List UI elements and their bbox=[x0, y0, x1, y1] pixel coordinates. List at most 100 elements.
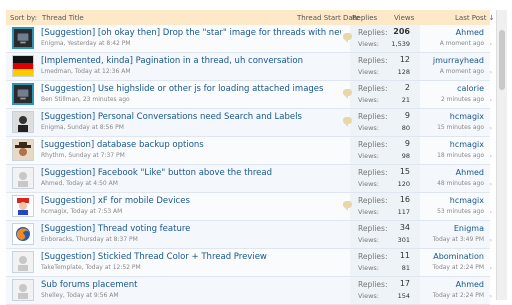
replies-count: 206 bbox=[393, 27, 410, 36]
views-count: 1,539 bbox=[391, 40, 410, 48]
replies-count: 34 bbox=[399, 223, 410, 232]
go-to-last-post-icon[interactable]: › bbox=[490, 293, 492, 300]
thread-row[interactable]: [Suggestion] Thread voting feature Enbora… bbox=[6, 221, 492, 249]
go-to-last-post-icon[interactable]: › bbox=[490, 209, 492, 216]
views-label: Views: bbox=[358, 96, 380, 104]
go-to-last-post-icon[interactable]: › bbox=[490, 125, 492, 132]
views-label: Views: bbox=[358, 208, 380, 216]
thread-starter-meta: Ben Stillman, 23 minutes ago bbox=[41, 96, 130, 103]
last-post-user-link[interactable]: Ahmed bbox=[456, 280, 484, 289]
avatar[interactable] bbox=[12, 83, 34, 105]
views-label: Views: bbox=[358, 152, 380, 160]
avatar[interactable] bbox=[12, 195, 34, 217]
last-post-time: Today at 2:24 PM bbox=[432, 292, 484, 299]
avatar[interactable] bbox=[12, 139, 34, 161]
scrollbar-thumb[interactable] bbox=[499, 30, 505, 90]
replies-label: Replies: bbox=[358, 196, 388, 205]
views-label: Views: bbox=[358, 40, 380, 48]
last-post-time: A moment ago bbox=[439, 68, 484, 75]
thread-row[interactable]: [Suggestion] Facebook "Like" button abov… bbox=[6, 165, 492, 193]
last-post-user-link[interactable]: hcmagix bbox=[450, 112, 484, 121]
go-to-last-post-icon[interactable]: › bbox=[490, 265, 492, 272]
last-post-user-link[interactable]: Ahmed bbox=[456, 168, 484, 177]
thread-row[interactable]: [Suggestion] [oh okay then] Drop the "st… bbox=[6, 25, 492, 53]
thread-starter-meta: Lmedman, Today at 12:36 AM bbox=[41, 68, 131, 75]
sort-thread-title-link[interactable]: Thread Title bbox=[42, 14, 84, 22]
replies-count: 15 bbox=[399, 167, 410, 176]
sort-replies-link[interactable]: Replies bbox=[352, 14, 377, 22]
thread-row[interactable]: [Implemented, kinda] Pagination in a thr… bbox=[6, 53, 492, 81]
thread-title-link[interactable]: Sub forums placement bbox=[41, 280, 341, 290]
last-post-user-link[interactable]: Ahmed bbox=[456, 28, 484, 37]
last-post-time: 53 minutes ago bbox=[437, 208, 484, 215]
go-to-last-post-icon[interactable]: › bbox=[490, 237, 492, 244]
avatar[interactable] bbox=[12, 167, 34, 189]
replies-count: 9 bbox=[404, 139, 410, 148]
thread-row[interactable]: [Suggestion] Personal Conversations need… bbox=[6, 109, 492, 137]
replies-label: Replies: bbox=[358, 84, 388, 93]
views-count: 301 bbox=[397, 236, 410, 244]
thread-row[interactable]: [Suggestion] Stickied Thread Color + Thr… bbox=[6, 249, 492, 277]
last-post-user-link[interactable]: calorie bbox=[457, 84, 484, 93]
last-post-user-link[interactable]: Enigma bbox=[454, 224, 484, 233]
thread-title-link[interactable]: [Suggestion] Facebook "Like" button abov… bbox=[41, 168, 341, 178]
sort-last-post-link[interactable]: Last Post ↓ bbox=[455, 14, 495, 22]
thread-title-link[interactable]: [Suggestion] xF for mobile Devices bbox=[41, 196, 341, 206]
views-count: 117 bbox=[397, 208, 410, 216]
thread-list-window: Sort by: Thread Title Thread Start Date … bbox=[0, 0, 512, 305]
replies-count: 12 bbox=[399, 55, 410, 64]
views-count: 120 bbox=[397, 180, 410, 188]
avatar[interactable] bbox=[12, 27, 34, 49]
last-post-time: 2 minutes ago bbox=[440, 96, 484, 103]
views-count: 80 bbox=[401, 124, 410, 132]
thread-starter-meta: hcmagix, Today at 7:53 AM bbox=[41, 208, 123, 215]
vertical-scrollbar[interactable] bbox=[496, 10, 507, 300]
sort-start-date-link[interactable]: Thread Start Date bbox=[297, 14, 360, 22]
avatar[interactable] bbox=[12, 251, 34, 273]
go-to-last-post-icon[interactable]: › bbox=[490, 153, 492, 160]
thread-row[interactable]: [Suggestion] xF for mobile Devices hcmagi… bbox=[6, 193, 492, 221]
thread-starter-meta: Enigma, Yesterday at 8:42 PM bbox=[41, 40, 131, 47]
comment-bubble-icon bbox=[343, 201, 352, 211]
last-post-user-link[interactable]: hcmagix bbox=[450, 196, 484, 205]
go-to-last-post-icon[interactable]: › bbox=[490, 41, 492, 48]
views-count: 21 bbox=[401, 96, 410, 104]
go-to-last-post-icon[interactable]: › bbox=[490, 69, 492, 76]
last-post-user-link[interactable]: hcmagix bbox=[450, 140, 484, 149]
last-post-user-link[interactable]: Abomination bbox=[433, 252, 484, 261]
thread-row[interactable]: [Suggestion] Use highslide or other js f… bbox=[6, 81, 492, 109]
avatar[interactable] bbox=[12, 55, 34, 77]
last-post-user-link[interactable]: jmurrayhead bbox=[433, 56, 484, 65]
thread-title-link[interactable]: [Suggestion] Stickied Thread Color + Thr… bbox=[41, 252, 341, 262]
last-post-time: 48 minutes ago bbox=[437, 180, 484, 187]
thread-title-link[interactable]: [Implemented, kinda] Pagination in a thr… bbox=[41, 56, 341, 66]
avatar[interactable] bbox=[12, 279, 34, 301]
replies-label: Replies: bbox=[358, 28, 388, 37]
thread-title-link[interactable]: [suggestion] database backup options bbox=[41, 140, 341, 150]
thread-starter-meta: Shelley, Today at 9:56 AM bbox=[41, 292, 119, 299]
thread-row[interactable]: [suggestion] database backup options Rhyt… bbox=[6, 137, 492, 165]
comment-bubble-icon bbox=[343, 89, 352, 99]
replies-count: 9 bbox=[404, 111, 410, 120]
go-to-last-post-icon[interactable]: › bbox=[490, 97, 492, 104]
views-count: 98 bbox=[401, 152, 410, 160]
thread-title-link[interactable]: [Suggestion] Thread voting feature bbox=[41, 224, 341, 234]
thread-starter-meta: Enigma, Sunday at 8:56 PM bbox=[41, 124, 124, 131]
views-label: Views: bbox=[358, 180, 380, 188]
last-post-time: Today at 3:49 PM bbox=[432, 236, 484, 243]
thread-row[interactable]: Sub forums placement Shelley, Today at 9:… bbox=[6, 277, 492, 305]
replies-label: Replies: bbox=[358, 140, 388, 149]
thread-title-link[interactable]: [Suggestion] Use highslide or other js f… bbox=[41, 84, 341, 94]
last-post-time: A moment ago bbox=[439, 40, 484, 47]
replies-label: Replies: bbox=[358, 224, 388, 233]
replies-label: Replies: bbox=[358, 252, 388, 261]
avatar[interactable] bbox=[12, 111, 34, 133]
last-post-time: Today at 2:24 PM bbox=[432, 264, 484, 271]
thread-title-link[interactable]: [Suggestion] Personal Conversations need… bbox=[41, 112, 341, 122]
sort-views-link[interactable]: Views bbox=[394, 14, 414, 22]
avatar[interactable] bbox=[12, 223, 34, 245]
go-to-last-post-icon[interactable]: › bbox=[490, 181, 492, 188]
views-count: 81 bbox=[401, 264, 410, 272]
thread-title-link[interactable]: [Suggestion] [oh okay then] Drop the "st… bbox=[41, 28, 341, 38]
views-count: 154 bbox=[397, 292, 410, 300]
